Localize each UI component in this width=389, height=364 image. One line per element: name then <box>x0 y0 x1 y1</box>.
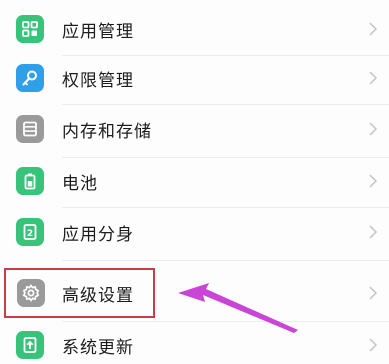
system-update-icon <box>16 331 44 359</box>
chevron-right-icon <box>369 22 378 36</box>
app-grid-icon <box>16 15 44 43</box>
chevron-right-icon <box>369 174 378 188</box>
settings-item-label: 应用管理 <box>62 21 134 42</box>
chevron-right-icon <box>369 71 378 85</box>
settings-item-app-clone[interactable]: 2 应用分身 <box>0 207 389 257</box>
storage-list-icon <box>16 115 44 143</box>
app-clone-icon: 2 <box>16 218 44 246</box>
key-icon <box>16 64 44 92</box>
settings-item-label: 电池 <box>62 173 98 194</box>
settings-item-label: 应用分身 <box>62 224 134 245</box>
battery-icon <box>16 167 44 195</box>
settings-item-label: 内存和存储 <box>62 121 152 142</box>
svg-text:2: 2 <box>27 229 33 239</box>
chevron-right-icon <box>369 122 378 136</box>
settings-item-label: 系统更新 <box>62 337 134 358</box>
settings-screen: 应用管理 权限管理 内存和存储 电池 2 应用分身 高级设置 系统更新 <box>0 0 389 364</box>
settings-item-system-update[interactable]: 系统更新 <box>0 320 389 364</box>
highlight-box <box>4 268 155 318</box>
settings-item-battery[interactable]: 电池 <box>0 156 389 206</box>
settings-item-permission-management[interactable]: 权限管理 <box>0 53 389 103</box>
chevron-right-icon <box>369 338 378 352</box>
settings-item-memory-storage[interactable]: 内存和存储 <box>0 104 389 154</box>
divider <box>62 260 389 261</box>
settings-item-label: 权限管理 <box>62 70 134 91</box>
chevron-right-icon <box>369 225 378 239</box>
chevron-right-icon <box>369 286 378 300</box>
settings-item-app-management[interactable]: 应用管理 <box>0 4 389 54</box>
